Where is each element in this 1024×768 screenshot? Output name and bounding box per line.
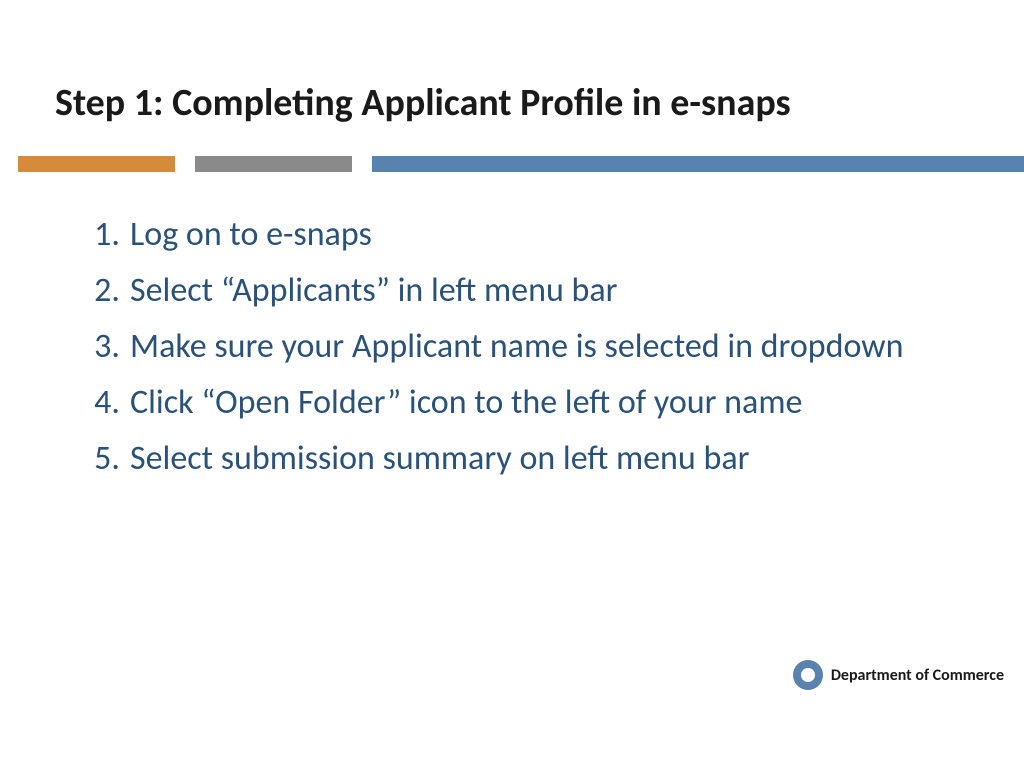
slide-container: Step 1: Completing Applicant Profile in … bbox=[0, 0, 1024, 768]
step-item: Select submission summary on left menu b… bbox=[70, 436, 974, 482]
state-seal-icon bbox=[793, 660, 823, 690]
footer-logo: Department of Commerce bbox=[793, 660, 1004, 690]
step-item: Click “Open Folder” icon to the left of … bbox=[70, 380, 974, 426]
step-item: Select “Applicants” in left menu bar bbox=[70, 268, 974, 314]
step-item: Log on to e-snaps bbox=[70, 212, 974, 258]
accent-bar-blue bbox=[372, 156, 1024, 172]
step-item: Make sure your Applicant name is selecte… bbox=[70, 324, 974, 370]
accent-bar bbox=[0, 156, 1024, 172]
department-label: Department of Commerce bbox=[831, 666, 1004, 685]
steps-list-container: Log on to e-snaps Select “Applicants” in… bbox=[0, 172, 1024, 481]
accent-bar-orange bbox=[18, 156, 175, 172]
slide-title: Step 1: Completing Applicant Profile in … bbox=[0, 0, 1024, 146]
steps-list: Log on to e-snaps Select “Applicants” in… bbox=[70, 212, 974, 481]
state-seal-inner bbox=[801, 668, 815, 682]
accent-bar-gray bbox=[195, 156, 352, 172]
